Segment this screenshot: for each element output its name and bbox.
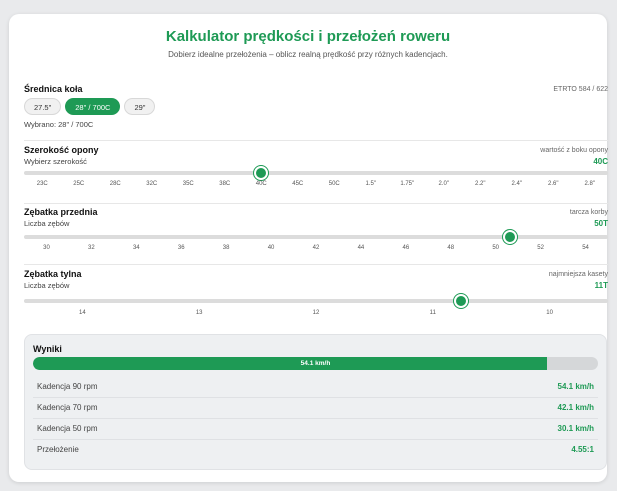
rear-label: Liczba zębów xyxy=(24,281,70,290)
wheel-selected-text: Wybrano: 28" / 700C xyxy=(24,120,94,129)
result-label: Kadencja 70 rpm xyxy=(37,403,98,412)
rear-value: 11T xyxy=(594,281,608,290)
tick-label: 2.8" xyxy=(584,181,595,187)
wheel-heading: Średnica koła xyxy=(24,84,83,94)
rear-heading: Zębatka tylna xyxy=(24,269,82,279)
tire-label: Wybierz szerokość xyxy=(24,157,87,166)
tick-label: 14 xyxy=(79,310,86,316)
tick-label: 36 xyxy=(177,245,185,251)
result-row: Kadencja 70 rpm 42.1 km/h xyxy=(33,398,598,419)
divider xyxy=(24,140,608,141)
tick-label: 46 xyxy=(402,245,410,251)
tick-label: 2.6" xyxy=(548,181,559,187)
result-label: Kadencja 90 rpm xyxy=(37,382,98,391)
wheel-options: 27.5" 28" / 700C 29" xyxy=(24,98,156,115)
page-title: Kalkulator prędkości i przełożeń roweru xyxy=(165,28,451,45)
tick-label: 45C xyxy=(292,181,304,187)
tick-label: 40C xyxy=(255,181,267,187)
result-label: Kadencja 50 rpm xyxy=(37,424,98,433)
front-label: Liczba zębów xyxy=(24,219,70,228)
result-value: 54.1 km/h xyxy=(557,382,594,391)
tick-label: 50 xyxy=(492,245,500,251)
front-note: tarcza korby xyxy=(569,209,608,216)
tick-label: 34 xyxy=(132,245,140,251)
tick-label: 10 xyxy=(546,310,553,316)
tire-heading: Szerokość opony xyxy=(24,145,99,155)
tick-label: 52 xyxy=(537,245,544,251)
tick-label: 2.0" xyxy=(438,181,449,187)
result-label: Przełożenie xyxy=(37,445,79,454)
tick-label: 44 xyxy=(357,245,365,251)
tick-label: 11 xyxy=(429,310,436,316)
wheel-option-28-700c[interactable]: 28" / 700C xyxy=(65,98,121,115)
front-heading: Zębatka przednia xyxy=(24,207,98,217)
rear-section: Zębatka tylna najmniejsza kasety Liczba … xyxy=(24,269,608,331)
tire-value: 40C xyxy=(593,157,608,166)
rear-note: najmniejsza kasety xyxy=(548,271,608,278)
tick-label: 38 xyxy=(222,245,230,251)
tick-label: 50C xyxy=(328,181,340,187)
front-slider-thumb[interactable] xyxy=(503,230,518,244)
result-row: Kadencja 90 rpm 54.1 km/h xyxy=(33,377,598,398)
rear-slider-track[interactable] xyxy=(24,294,608,308)
tick-label: 1.5" xyxy=(365,181,376,187)
tire-slider-thumb[interactable] xyxy=(254,166,269,180)
wheel-option-29[interactable]: 29" xyxy=(124,98,156,115)
result-value: 42.1 km/h xyxy=(557,403,594,412)
speed-bar-label: 54.1 km/h xyxy=(300,360,331,367)
tire-slider-track[interactable] xyxy=(24,166,608,180)
results-title: Wyniki xyxy=(33,344,62,354)
wheel-section: Średnica koła ETRTO 584 / 622 27.5" 28" … xyxy=(24,84,608,136)
result-value: 30.1 km/h xyxy=(557,424,594,433)
tick-label: 54 xyxy=(582,245,589,251)
tick-label: 13 xyxy=(195,310,203,316)
front-slider-track[interactable] xyxy=(24,230,608,244)
tick-label: 35C xyxy=(182,181,194,187)
tick-label: 42 xyxy=(312,245,320,251)
result-value: 4.55:1 xyxy=(571,445,594,454)
rear-tick-labels: 14 13 12 11 10 xyxy=(24,310,608,320)
tick-label: 40 xyxy=(267,245,275,251)
tick-label: 48 xyxy=(447,245,455,251)
front-value: 50T xyxy=(594,219,608,228)
tick-label: 1.75" xyxy=(400,181,415,187)
page-subtitle: Dobierz idealne przełożenia – oblicz rea… xyxy=(168,50,448,59)
tick-label: 28C xyxy=(109,181,121,187)
tick-label: 2.2" xyxy=(475,181,486,187)
tick-label: 38C xyxy=(219,181,231,187)
tire-note: wartość z boku opony xyxy=(540,147,608,154)
tick-label: 32 xyxy=(88,245,95,251)
rear-slider-thumb[interactable] xyxy=(453,294,468,308)
divider xyxy=(24,264,608,265)
tick-label: 12 xyxy=(312,310,320,316)
divider xyxy=(24,203,608,204)
tick-label: 25C xyxy=(73,181,85,187)
results-panel: Wyniki 54.1 km/h Kadencja 90 rpm 54.1 km… xyxy=(24,334,607,470)
tick-label: 23C xyxy=(36,181,48,187)
tick-label: 30 xyxy=(43,245,50,251)
front-tick-labels: 30 32 34 36 38 40 42 44 46 48 50 52 54 xyxy=(24,245,608,255)
tick-label: 32C xyxy=(146,181,158,187)
front-section: Zębatka przednia tarcza korby Liczba zęb… xyxy=(24,207,608,267)
result-row: Kadencja 50 rpm 30.1 km/h xyxy=(33,419,598,440)
result-row: Przełożenie 4.55:1 xyxy=(33,440,598,460)
speed-bar: 54.1 km/h xyxy=(33,357,598,370)
tick-label: 2.4" xyxy=(511,181,522,187)
tire-tick-labels: 23C 25C 28C 32C 35C 38C 40C 45C 50C 1.5" 1.75" 2.0"… xyxy=(24,181,608,191)
tire-section: Szerokość opony wartość z boku opony Wyb… xyxy=(24,145,608,207)
wheel-note: ETRTO 584 / 622 xyxy=(553,86,608,93)
wheel-option-27-5[interactable]: 27.5" xyxy=(24,98,62,115)
